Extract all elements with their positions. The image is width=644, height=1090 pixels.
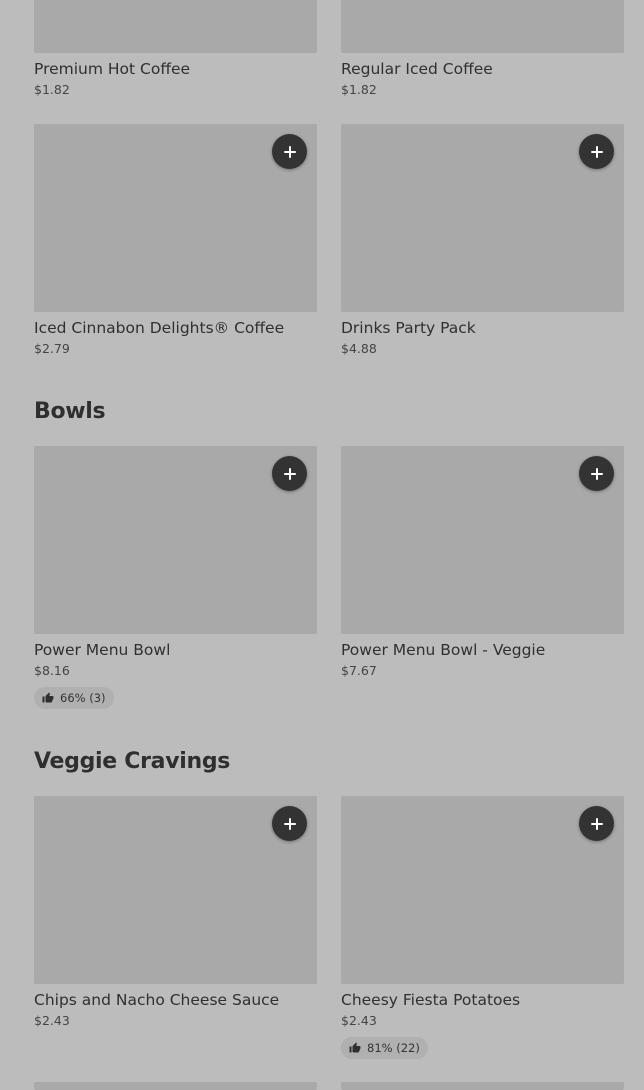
add-item-button[interactable] — [579, 456, 614, 491]
add-item-button[interactable] — [579, 806, 614, 841]
rating-text: 66% (3) — [60, 691, 106, 705]
item-name: Regular Iced Coffee — [341, 60, 493, 78]
add-item-button[interactable] — [272, 456, 307, 491]
item-image[interactable] — [341, 124, 624, 312]
plus-icon — [590, 467, 603, 480]
item-name: Drinks Party Pack — [341, 319, 476, 337]
item-name: Iced Cinnabon Delights® Coffee — [34, 319, 285, 337]
item-price: $8.16 — [34, 663, 70, 678]
item-name: Cheesy Fiesta Potatoes — [341, 991, 521, 1009]
plus-icon — [283, 145, 296, 158]
add-item-button[interactable] — [272, 134, 307, 169]
item-price: $2.43 — [341, 1013, 377, 1028]
plus-icon — [283, 467, 296, 480]
rating-badge: 81% (22) — [341, 1037, 428, 1059]
item-price: $2.43 — [34, 1013, 70, 1028]
plus-icon — [283, 817, 296, 830]
item-price: $1.82 — [341, 82, 377, 97]
item-name: Premium Hot Coffee — [34, 60, 191, 78]
menu-item-card[interactable]: Regular Iced Coffee $1.82 — [341, 0, 624, 98]
item-image[interactable] — [341, 0, 624, 53]
menu-item-card[interactable]: Power Menu Bowl - Veggie $7.67 — [341, 446, 624, 679]
item-price: $4.88 — [341, 341, 377, 356]
item-image[interactable] — [34, 0, 317, 53]
menu-item-card[interactable]: Premium Hot Coffee $1.82 — [34, 0, 317, 98]
item-image[interactable] — [34, 1082, 317, 1090]
plus-icon — [590, 817, 603, 830]
item-image[interactable] — [341, 446, 624, 634]
item-image[interactable] — [341, 1082, 624, 1090]
item-image[interactable] — [341, 796, 624, 984]
menu-item-card[interactable]: Iced Cinnabon Delights® Coffee $2.79 — [34, 124, 317, 357]
item-price: $1.82 — [34, 82, 70, 97]
item-price: $7.67 — [341, 663, 377, 678]
item-price: $2.79 — [34, 341, 70, 356]
item-image[interactable] — [34, 796, 317, 984]
item-name: Power Menu Bowl — [34, 641, 171, 659]
add-item-button[interactable] — [272, 806, 307, 841]
thumbs-up-icon — [349, 1042, 361, 1053]
add-item-button[interactable] — [579, 134, 614, 169]
menu-item-card[interactable]: Power Menu Bowl $8.16 66% (3) — [34, 446, 317, 709]
item-image[interactable] — [34, 124, 317, 312]
item-image[interactable] — [34, 446, 317, 634]
rating-badge: 66% (3) — [34, 687, 114, 709]
menu-item-card[interactable]: Drinks Party Pack $4.88 — [341, 124, 624, 357]
menu-item-card[interactable]: Chips and Nacho Cheese Sauce $2.43 — [34, 796, 317, 1029]
menu-item-card[interactable]: Cheesy Fiesta Potatoes $2.43 81% (22) — [341, 796, 624, 1059]
thumbs-up-icon — [42, 692, 54, 703]
plus-icon — [590, 145, 603, 158]
item-name: Power Menu Bowl - Veggie — [341, 641, 546, 659]
rating-text: 81% (22) — [367, 1041, 420, 1055]
section-title-bowls: Bowls — [34, 399, 106, 424]
item-name: Chips and Nacho Cheese Sauce — [34, 991, 280, 1009]
section-title-veggie-cravings: Veggie Cravings — [34, 749, 231, 774]
